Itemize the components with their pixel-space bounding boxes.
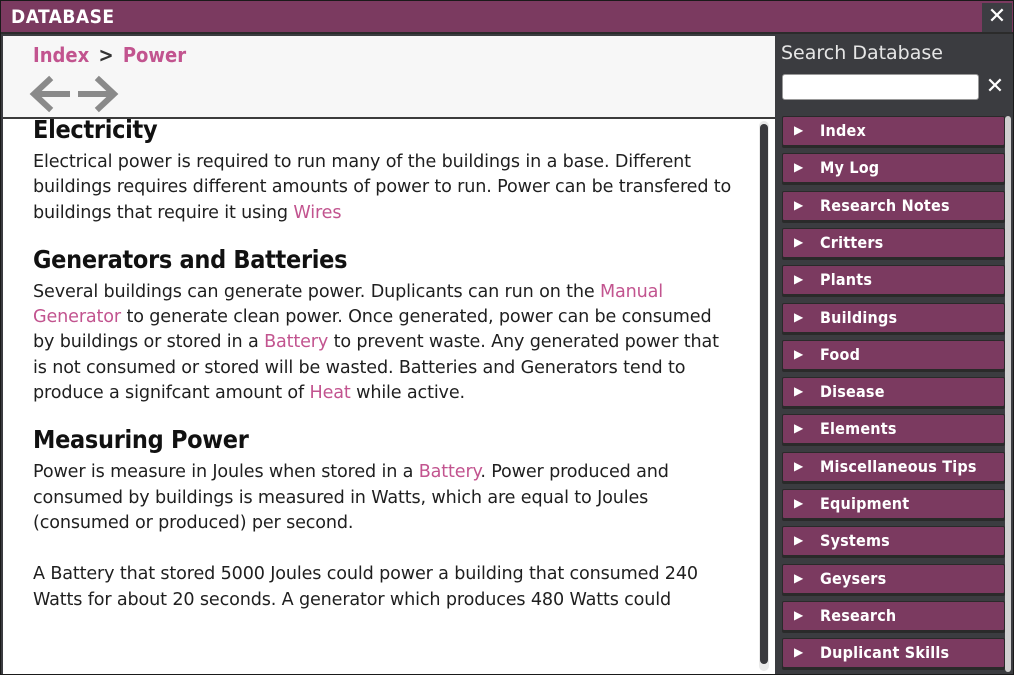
title-bar: DATABASE ✕ bbox=[1, 1, 1013, 34]
section-heading-measuring-power: Measuring Power bbox=[33, 425, 249, 455]
category-critters[interactable]: ▶ Critters bbox=[782, 227, 1005, 258]
section-heading-generators: Generators and Batteries bbox=[33, 244, 348, 274]
back-button[interactable] bbox=[29, 74, 71, 114]
category-label: Elements bbox=[820, 419, 897, 439]
category-label: Research bbox=[820, 605, 897, 625]
link-battery[interactable]: Battery bbox=[264, 332, 328, 352]
category-plants[interactable]: ▶ Plants bbox=[782, 265, 1005, 296]
article-body: Electricity Electrical power is required… bbox=[33, 115, 733, 613]
link-heat[interactable]: Heat bbox=[310, 383, 351, 403]
category-geysers[interactable]: ▶ Geysers bbox=[782, 563, 1005, 594]
article-header: Index > Power bbox=[3, 36, 775, 119]
category-systems[interactable]: ▶ Systems bbox=[782, 526, 1005, 557]
expand-triangle-icon: ▶ bbox=[794, 123, 804, 137]
expand-triangle-icon: ▶ bbox=[794, 570, 804, 585]
link-battery[interactable]: Battery bbox=[419, 462, 481, 482]
arrow-left-icon bbox=[29, 75, 70, 113]
expand-triangle-icon: ▶ bbox=[794, 496, 804, 510]
category-index[interactable]: ▶ Index bbox=[782, 116, 1005, 146]
category-label: Equipment bbox=[820, 494, 910, 513]
expand-triangle-icon: ▶ bbox=[794, 421, 804, 436]
database-sidebar: Search Database ✕ ▶ Index ▶ My Log ▶ Research… bbox=[777, 36, 1013, 674]
category-label: Disease bbox=[820, 382, 885, 402]
category-label: My Log bbox=[820, 158, 880, 178]
article-scrollbar[interactable] bbox=[759, 121, 769, 671]
expand-triangle-icon: ▶ bbox=[794, 309, 804, 324]
category-miscellaneous-tips[interactable]: ▶ Miscellaneous Tips bbox=[782, 451, 1005, 482]
category-label: Systems bbox=[820, 531, 890, 551]
category-label: Research Notes bbox=[820, 195, 950, 215]
category-label: Buildings bbox=[820, 307, 898, 327]
sidebar-scrollbar[interactable] bbox=[1005, 116, 1011, 672]
category-duplicant-skills[interactable]: ▶ Duplicant Skills bbox=[782, 638, 1005, 669]
category-label: Index bbox=[820, 121, 866, 140]
arrow-right-icon bbox=[78, 75, 119, 113]
category-research-notes[interactable]: ▶ Research Notes bbox=[782, 190, 1005, 221]
sidebar-scrollbar-thumb[interactable] bbox=[1005, 116, 1011, 672]
expand-triangle-icon: ▶ bbox=[794, 607, 804, 622]
expand-triangle-icon: ▶ bbox=[794, 160, 804, 175]
category-label: Miscellaneous Tips bbox=[820, 456, 977, 476]
category-food[interactable]: ▶ Food bbox=[782, 339, 1005, 370]
breadcrumb-separator: > bbox=[98, 43, 114, 67]
breadcrumb-power[interactable]: Power bbox=[123, 43, 186, 67]
expand-triangle-icon: ▶ bbox=[794, 645, 804, 660]
search-input[interactable] bbox=[782, 74, 979, 100]
section-heading-electricity: Electricity bbox=[33, 115, 158, 144]
expand-triangle-icon: ▶ bbox=[794, 197, 804, 212]
category-my-log[interactable]: ▶ My Log bbox=[782, 153, 1005, 184]
category-elements[interactable]: ▶ Elements bbox=[782, 414, 1005, 445]
article-scrollbar-thumb[interactable] bbox=[760, 124, 768, 664]
link-wires[interactable]: Wires bbox=[293, 203, 341, 223]
category-equipment[interactable]: ▶ Equipment bbox=[782, 489, 1005, 519]
category-label: Food bbox=[820, 344, 861, 364]
category-label: Plants bbox=[820, 270, 873, 290]
window-title: DATABASE bbox=[11, 6, 115, 28]
search-clear-button[interactable]: ✕ bbox=[982, 73, 1008, 101]
database-window: DATABASE ✕ Index > Power Electricity Ele… bbox=[0, 0, 1014, 675]
category-label: Duplicant Skills bbox=[820, 643, 950, 663]
expand-triangle-icon: ▶ bbox=[794, 384, 804, 399]
category-disease[interactable]: ▶ Disease bbox=[782, 377, 1005, 408]
section-paragraph: A Battery that stored 5000 Joules could … bbox=[33, 564, 698, 610]
section-paragraph: Electrical power is required to run many… bbox=[33, 152, 732, 223]
expand-triangle-icon: ▶ bbox=[794, 346, 804, 361]
expand-triangle-icon: ▶ bbox=[794, 272, 804, 287]
search-label: Search Database bbox=[781, 42, 943, 64]
section-paragraph: Several buildings can generate power. Du… bbox=[33, 281, 719, 404]
expand-triangle-icon: ▶ bbox=[794, 533, 804, 548]
category-label: Critters bbox=[820, 232, 884, 252]
expand-triangle-icon: ▶ bbox=[794, 458, 804, 473]
forward-button[interactable] bbox=[77, 74, 119, 114]
breadcrumb: Index > Power bbox=[33, 43, 186, 67]
category-label: Geysers bbox=[820, 568, 887, 588]
category-buildings[interactable]: ▶ Buildings bbox=[782, 302, 1005, 333]
breadcrumb-index[interactable]: Index bbox=[33, 43, 89, 67]
category-research[interactable]: ▶ Research bbox=[782, 600, 1005, 631]
section-paragraph: Power is measure in Joules when stored i… bbox=[33, 462, 669, 533]
expand-triangle-icon: ▶ bbox=[794, 234, 804, 249]
close-button[interactable]: ✕ bbox=[982, 3, 1012, 32]
